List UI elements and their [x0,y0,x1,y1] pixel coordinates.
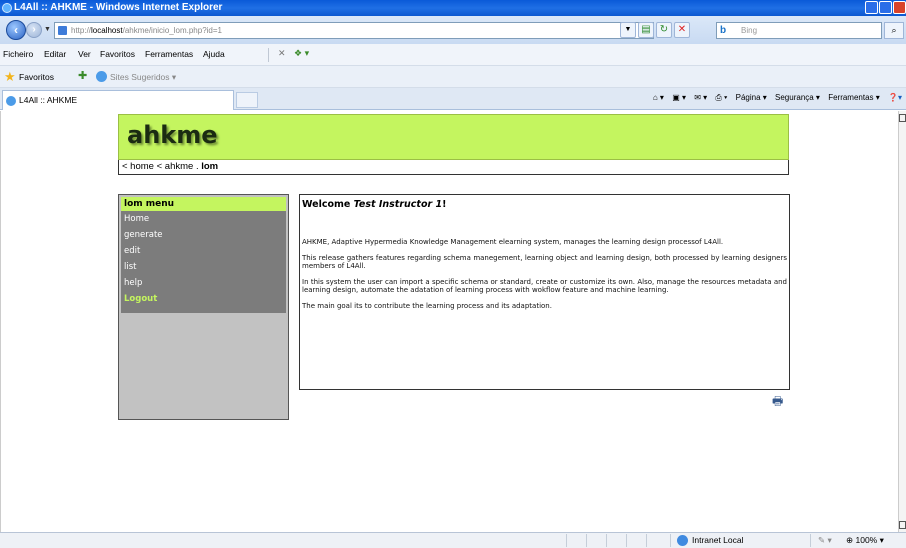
forward-button[interactable]: › [26,22,42,38]
command-bar: ⌂ ▾ ▣ ▾ ✉ ▾ ⎙ ▾ Página ▾ Segurança ▾ Fer… [647,93,902,103]
help-icon[interactable]: ❓▾ [888,93,902,102]
side-menu-title: lom menu [121,197,286,211]
favorites-star-icon[interactable]: ★ [4,69,16,85]
sidebar-item-list[interactable]: list [121,259,286,275]
vertical-scrollbar[interactable] [898,111,906,532]
menu-edit[interactable]: Editar [44,49,66,59]
menu-view[interactable]: Ver [78,49,91,59]
status-divider [810,534,811,547]
page-menu[interactable]: Página ▾ [736,93,767,102]
sidebar-item-help[interactable]: help [121,275,286,291]
breadcrumb-current: lom [201,161,219,172]
url-host: localhost [91,26,123,35]
url-dropdown-icon[interactable]: ▼ [620,22,636,38]
window-title: L4All :: AHKME - Windows Internet Explor… [14,2,223,13]
minimize-button[interactable] [865,1,878,14]
print-toolbar-icon[interactable]: ⎙ ▾ [715,93,727,102]
internet-explorer-icon [2,3,12,13]
breadcrumb: < home < ahkme . lom [118,160,789,175]
page-icon [58,26,67,35]
status-bar: Intranet Local ✎ ▾ ⊕ 100% ▾ [0,532,906,548]
favorites-bar: ★ Favoritos ✚ Sites Sugeridos ▾ [0,66,906,88]
home-icon[interactable]: ⌂ ▾ [653,93,664,102]
status-divider [606,534,607,547]
print-icon[interactable]: 🖶 [772,392,783,413]
mail-icon[interactable]: ✉ ▾ [694,93,707,102]
welcome-suffix: ! [442,199,447,210]
status-divider [626,534,627,547]
address-bar: ‹ › ▼ http://localhost/ahkme/inicio_lom.… [0,16,906,44]
zoom-dropdown-icon: ▾ [879,535,884,545]
welcome-heading: Welcome Test Instructor 1! [302,199,787,210]
search-icon[interactable]: ⌕ [884,22,904,39]
maximize-button[interactable] [879,1,892,14]
tab-active[interactable]: L4All :: AHKME [2,90,234,110]
menu-bar: Ficheiro Editar Ver Favoritos Ferramenta… [0,44,906,66]
tab-ie-icon [6,96,16,106]
welcome-user: Test Instructor 1 [353,199,443,210]
window-title-bar: L4All :: AHKME - Windows Internet Explor… [0,0,906,16]
intro-paragraph: AHKME, Adaptive Hypermedia Knowledge Man… [302,238,724,246]
new-tab-button[interactable] [236,92,258,108]
favorites-button[interactable]: Favoritos [19,72,54,82]
menu-favorites[interactable]: Favoritos [100,49,135,59]
compatibility-view-icon[interactable]: ▤ [638,22,654,38]
refresh-icon[interactable]: ↻ [656,22,672,38]
menu-tools[interactable]: Ferramentas [145,49,193,59]
intranet-zone-icon [677,535,688,546]
site-logo: ahkme [127,121,218,149]
zoom-control[interactable]: ⊕ 100% ▾ [846,533,884,548]
back-button[interactable]: ‹ [6,20,26,40]
protected-mode-icon[interactable]: ✎ ▾ [818,533,832,548]
release-paragraph: This release gathers features regarding … [302,253,787,271]
site-header: ahkme [118,114,789,160]
url-prefix: http:// [71,26,92,35]
side-menu: lom menu Home generate edit list help Lo… [118,194,289,420]
menu-file[interactable]: Ficheiro [3,49,33,59]
status-divider [586,534,587,547]
tools-menu[interactable]: Ferramentas ▾ [828,93,880,102]
add-favorite-icon[interactable]: ✚ [78,69,87,82]
status-divider [566,534,567,547]
suggested-sites-button[interactable]: Sites Sugeridos ▾ [110,72,176,83]
zoom-icon: ⊕ [846,535,854,545]
bing-logo-icon: b [720,25,727,36]
scroll-down-button[interactable] [899,521,906,529]
menu-separator [268,48,269,62]
suggested-sites-icon [96,71,107,82]
breadcrumb-home-link[interactable]: < home [122,161,154,172]
sidebar-item-logout[interactable]: Logout [121,291,286,307]
breadcrumb-ahkme-link[interactable]: < ahkme [157,161,194,172]
status-divider [646,534,647,547]
zoom-level: 100% [855,535,878,545]
sidebar-item-home[interactable]: Home [121,211,286,227]
close-toolbar-icon[interactable]: ✕ [278,48,286,59]
menu-help[interactable]: Ajuda [203,49,225,59]
scroll-up-button[interactable] [899,114,906,122]
convert-icon[interactable]: ❖ ▾ [294,48,309,59]
goal-paragraph: The main goal its to contribute the lear… [302,301,552,310]
safety-menu[interactable]: Segurança ▾ [775,93,820,102]
tab-label: L4All :: AHKME [19,95,78,105]
welcome-prefix: Welcome [302,199,354,210]
recent-pages-dropdown-icon[interactable]: ▼ [44,26,51,33]
security-zone[interactable]: Intranet Local [676,533,744,548]
breadcrumb-separator: . [195,161,199,172]
sidebar-item-edit[interactable]: edit [121,243,286,259]
web-content: ahkme < home < ahkme . lom lom menu Home… [0,111,898,532]
url-field[interactable]: http://localhost/ahkme/inicio_lom.php?id… [54,22,654,39]
tab-bar: L4All :: AHKME ⌂ ▾ ▣ ▾ ✉ ▾ ⎙ ▾ Página ▾ … [0,88,906,110]
side-menu-list: lom menu Home generate edit list help Lo… [121,197,286,313]
status-divider [670,534,671,547]
features-paragraph: In this system the user can import a spe… [302,277,787,295]
main-panel: Welcome Test Instructor 1! AHKME, Adapti… [299,194,790,390]
stop-icon[interactable]: ✕ [674,22,690,38]
url-path: /ahkme/inicio_lom.php?id=1 [122,26,222,35]
zone-label: Intranet Local [692,535,744,545]
close-button[interactable] [893,1,906,14]
search-input[interactable]: b Bing [716,22,882,39]
sidebar-item-generate[interactable]: generate [121,227,286,243]
search-placeholder: Bing [741,26,758,35]
feeds-icon[interactable]: ▣ ▾ [672,93,686,102]
